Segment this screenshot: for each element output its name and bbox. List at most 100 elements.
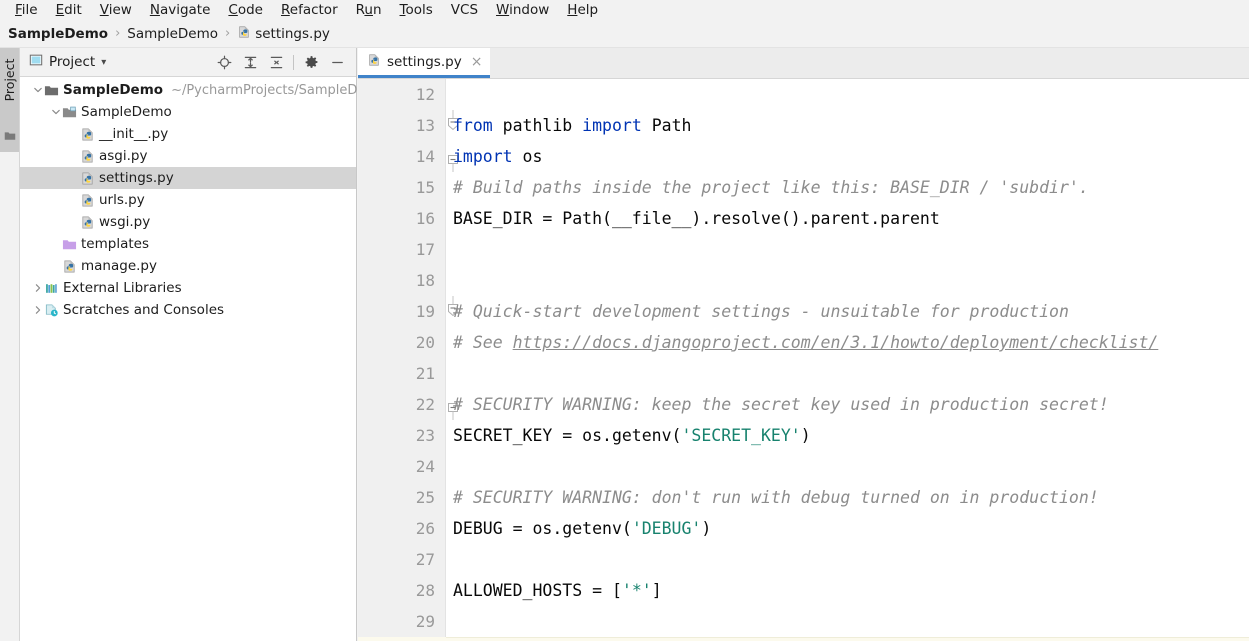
chevron-down-icon[interactable] bbox=[31, 79, 44, 101]
code-line[interactable]: 22 # SECURITY WARNING: keep the secret ke… bbox=[358, 389, 1249, 420]
code-line[interactable]: 29 bbox=[358, 606, 1249, 637]
python-file-icon bbox=[80, 215, 95, 230]
tree-row[interactable]: SampleDemo~/PycharmProjects/SampleD bbox=[20, 79, 356, 101]
token-cm: # Quick-start development settings - uns… bbox=[453, 302, 1069, 321]
python-file-icon bbox=[367, 53, 381, 71]
menu-item-code[interactable]: Code bbox=[219, 0, 272, 20]
code-line[interactable]: 13from pathlib import Path bbox=[358, 110, 1249, 141]
tree-indent bbox=[20, 167, 67, 189]
token-kw: import bbox=[453, 147, 523, 166]
tree-row[interactable]: asgi.py bbox=[20, 145, 356, 167]
line-number[interactable]: 26 bbox=[358, 513, 435, 544]
url-link[interactable]: https://docs.djangoproject.com/en/3.1/ho… bbox=[513, 333, 1159, 352]
gear-icon[interactable] bbox=[298, 48, 324, 76]
code-line[interactable]: 20 # See https://docs.djangoproject.com/e… bbox=[358, 327, 1249, 358]
tree-row[interactable]: __init__.py bbox=[20, 123, 356, 145]
line-number[interactable]: 14 bbox=[358, 141, 435, 172]
tree-row[interactable]: wsgi.py bbox=[20, 211, 356, 233]
menu-item-window[interactable]: Window bbox=[487, 0, 558, 20]
code-line[interactable]: 17 bbox=[358, 234, 1249, 265]
line-number[interactable]: 25 bbox=[358, 482, 435, 513]
menu-item-view[interactable]: View bbox=[91, 0, 141, 20]
breadcrumb-file[interactable]: settings.py bbox=[255, 26, 330, 42]
token-pl: ) bbox=[701, 519, 711, 538]
line-number[interactable]: 29 bbox=[358, 606, 435, 637]
tree-row[interactable]: urls.py bbox=[20, 189, 356, 211]
tool-window-button-project[interactable]: Project bbox=[0, 48, 19, 152]
line-number[interactable]: 27 bbox=[358, 544, 435, 575]
tree-row[interactable]: Scratches and Consoles bbox=[20, 299, 356, 321]
comment-link-token[interactable]: https://docs.djangoproject.com/en/3.1/ho… bbox=[513, 333, 1159, 352]
code-line[interactable]: 14 import os bbox=[358, 141, 1249, 172]
line-number[interactable]: 12 bbox=[358, 79, 435, 110]
chevron-right-icon[interactable] bbox=[31, 299, 44, 321]
code-line[interactable]: 12 bbox=[358, 79, 1249, 110]
tree-row[interactable]: manage.py bbox=[20, 255, 356, 277]
breadcrumb-separator-1: › bbox=[115, 26, 120, 41]
code-line[interactable]: 24 bbox=[358, 451, 1249, 482]
tree-row[interactable]: SampleDemo bbox=[20, 101, 356, 123]
code-line[interactable]: 28ALLOWED_HOSTS = ['*'] bbox=[358, 575, 1249, 606]
code-line[interactable]: 16BASE_DIR = Path(__file__).resolve().pa… bbox=[358, 203, 1249, 234]
project-panel-title: Project bbox=[49, 54, 95, 70]
editor-tab-settings-py[interactable]: settings.py × bbox=[358, 48, 490, 78]
code-line[interactable]: 19 # Quick-start development settings - u… bbox=[358, 296, 1249, 327]
line-number[interactable]: 15 bbox=[358, 172, 435, 203]
project-panel-header: Project ▾ bbox=[20, 48, 356, 77]
tree-row-label: templates bbox=[81, 236, 149, 252]
code-line[interactable]: 26DEBUG = os.getenv('DEBUG') bbox=[358, 513, 1249, 544]
code-line[interactable]: 25# SECURITY WARNING: don't run with deb… bbox=[358, 482, 1249, 513]
line-number[interactable]: 20 bbox=[358, 327, 435, 358]
tree-row[interactable]: External Libraries bbox=[20, 277, 356, 299]
tree-arrow-empty bbox=[67, 145, 80, 167]
line-number[interactable]: 23 bbox=[358, 420, 435, 451]
tree-row-label: manage.py bbox=[81, 258, 157, 274]
code-editor[interactable]: 1213from pathlib import Path14import os1… bbox=[358, 79, 1249, 641]
code-line-current[interactable]: 30 bbox=[358, 637, 1249, 641]
tree-row-selected[interactable]: settings.py bbox=[20, 167, 356, 189]
chevron-down-icon[interactable]: ▾ bbox=[101, 57, 106, 68]
menu-item-tools[interactable]: Tools bbox=[391, 0, 442, 20]
breadcrumb-project[interactable]: SampleDemo bbox=[8, 26, 108, 42]
line-number[interactable]: 18 bbox=[358, 265, 435, 296]
scratches-icon bbox=[44, 303, 59, 318]
tree-row[interactable]: templates bbox=[20, 233, 356, 255]
templates-folder-icon bbox=[62, 237, 77, 252]
line-number[interactable]: 24 bbox=[358, 451, 435, 482]
menu-item-run[interactable]: Run bbox=[347, 0, 391, 20]
code-line[interactable]: 18 bbox=[358, 265, 1249, 296]
menu-item-vcs[interactable]: VCS bbox=[442, 0, 487, 20]
code-line[interactable]: 21 bbox=[358, 358, 1249, 389]
close-icon[interactable]: × bbox=[471, 55, 483, 69]
menu-item-help[interactable]: Help bbox=[558, 0, 607, 20]
breadcrumb-package[interactable]: SampleDemo bbox=[127, 26, 218, 42]
menu-item-edit[interactable]: Edit bbox=[47, 0, 91, 20]
locate-icon[interactable] bbox=[211, 48, 237, 76]
code-line[interactable]: 23SECRET_KEY = os.getenv('SECRET_KEY') bbox=[358, 420, 1249, 451]
code-line-text: # SECURITY WARNING: keep the secret key … bbox=[453, 389, 1109, 420]
chevron-right-icon[interactable] bbox=[31, 277, 44, 299]
menu-item-navigate[interactable]: Navigate bbox=[141, 0, 220, 20]
line-number[interactable]: 13 bbox=[358, 110, 435, 141]
line-number[interactable]: 17 bbox=[358, 234, 435, 265]
tree-row-label: __init__.py bbox=[99, 126, 168, 142]
code-line[interactable]: 27 bbox=[358, 544, 1249, 575]
line-number[interactable]: 21 bbox=[358, 358, 435, 389]
token-str: '*' bbox=[622, 581, 652, 600]
menu-item-file[interactable]: File bbox=[6, 0, 47, 20]
line-number[interactable]: 19 bbox=[358, 296, 435, 327]
code-line[interactable]: 15# Build paths inside the project like … bbox=[358, 172, 1249, 203]
token-pl: os bbox=[523, 147, 543, 166]
code-line-text: # See https://docs.djangoproject.com/en/… bbox=[453, 327, 1158, 358]
minimize-icon[interactable] bbox=[324, 48, 350, 76]
line-number[interactable]: 16 bbox=[358, 203, 435, 234]
python-file-icon bbox=[80, 193, 95, 208]
collapse-all-icon[interactable] bbox=[263, 48, 289, 76]
line-number[interactable]: 30 bbox=[358, 637, 435, 641]
expand-all-icon[interactable] bbox=[237, 48, 263, 76]
line-number[interactable]: 28 bbox=[358, 575, 435, 606]
project-panel-title-group[interactable]: Project ▾ bbox=[29, 53, 106, 71]
menu-item-refactor[interactable]: Refactor bbox=[272, 0, 347, 20]
line-number[interactable]: 22 bbox=[358, 389, 435, 420]
chevron-down-icon[interactable] bbox=[49, 101, 62, 123]
